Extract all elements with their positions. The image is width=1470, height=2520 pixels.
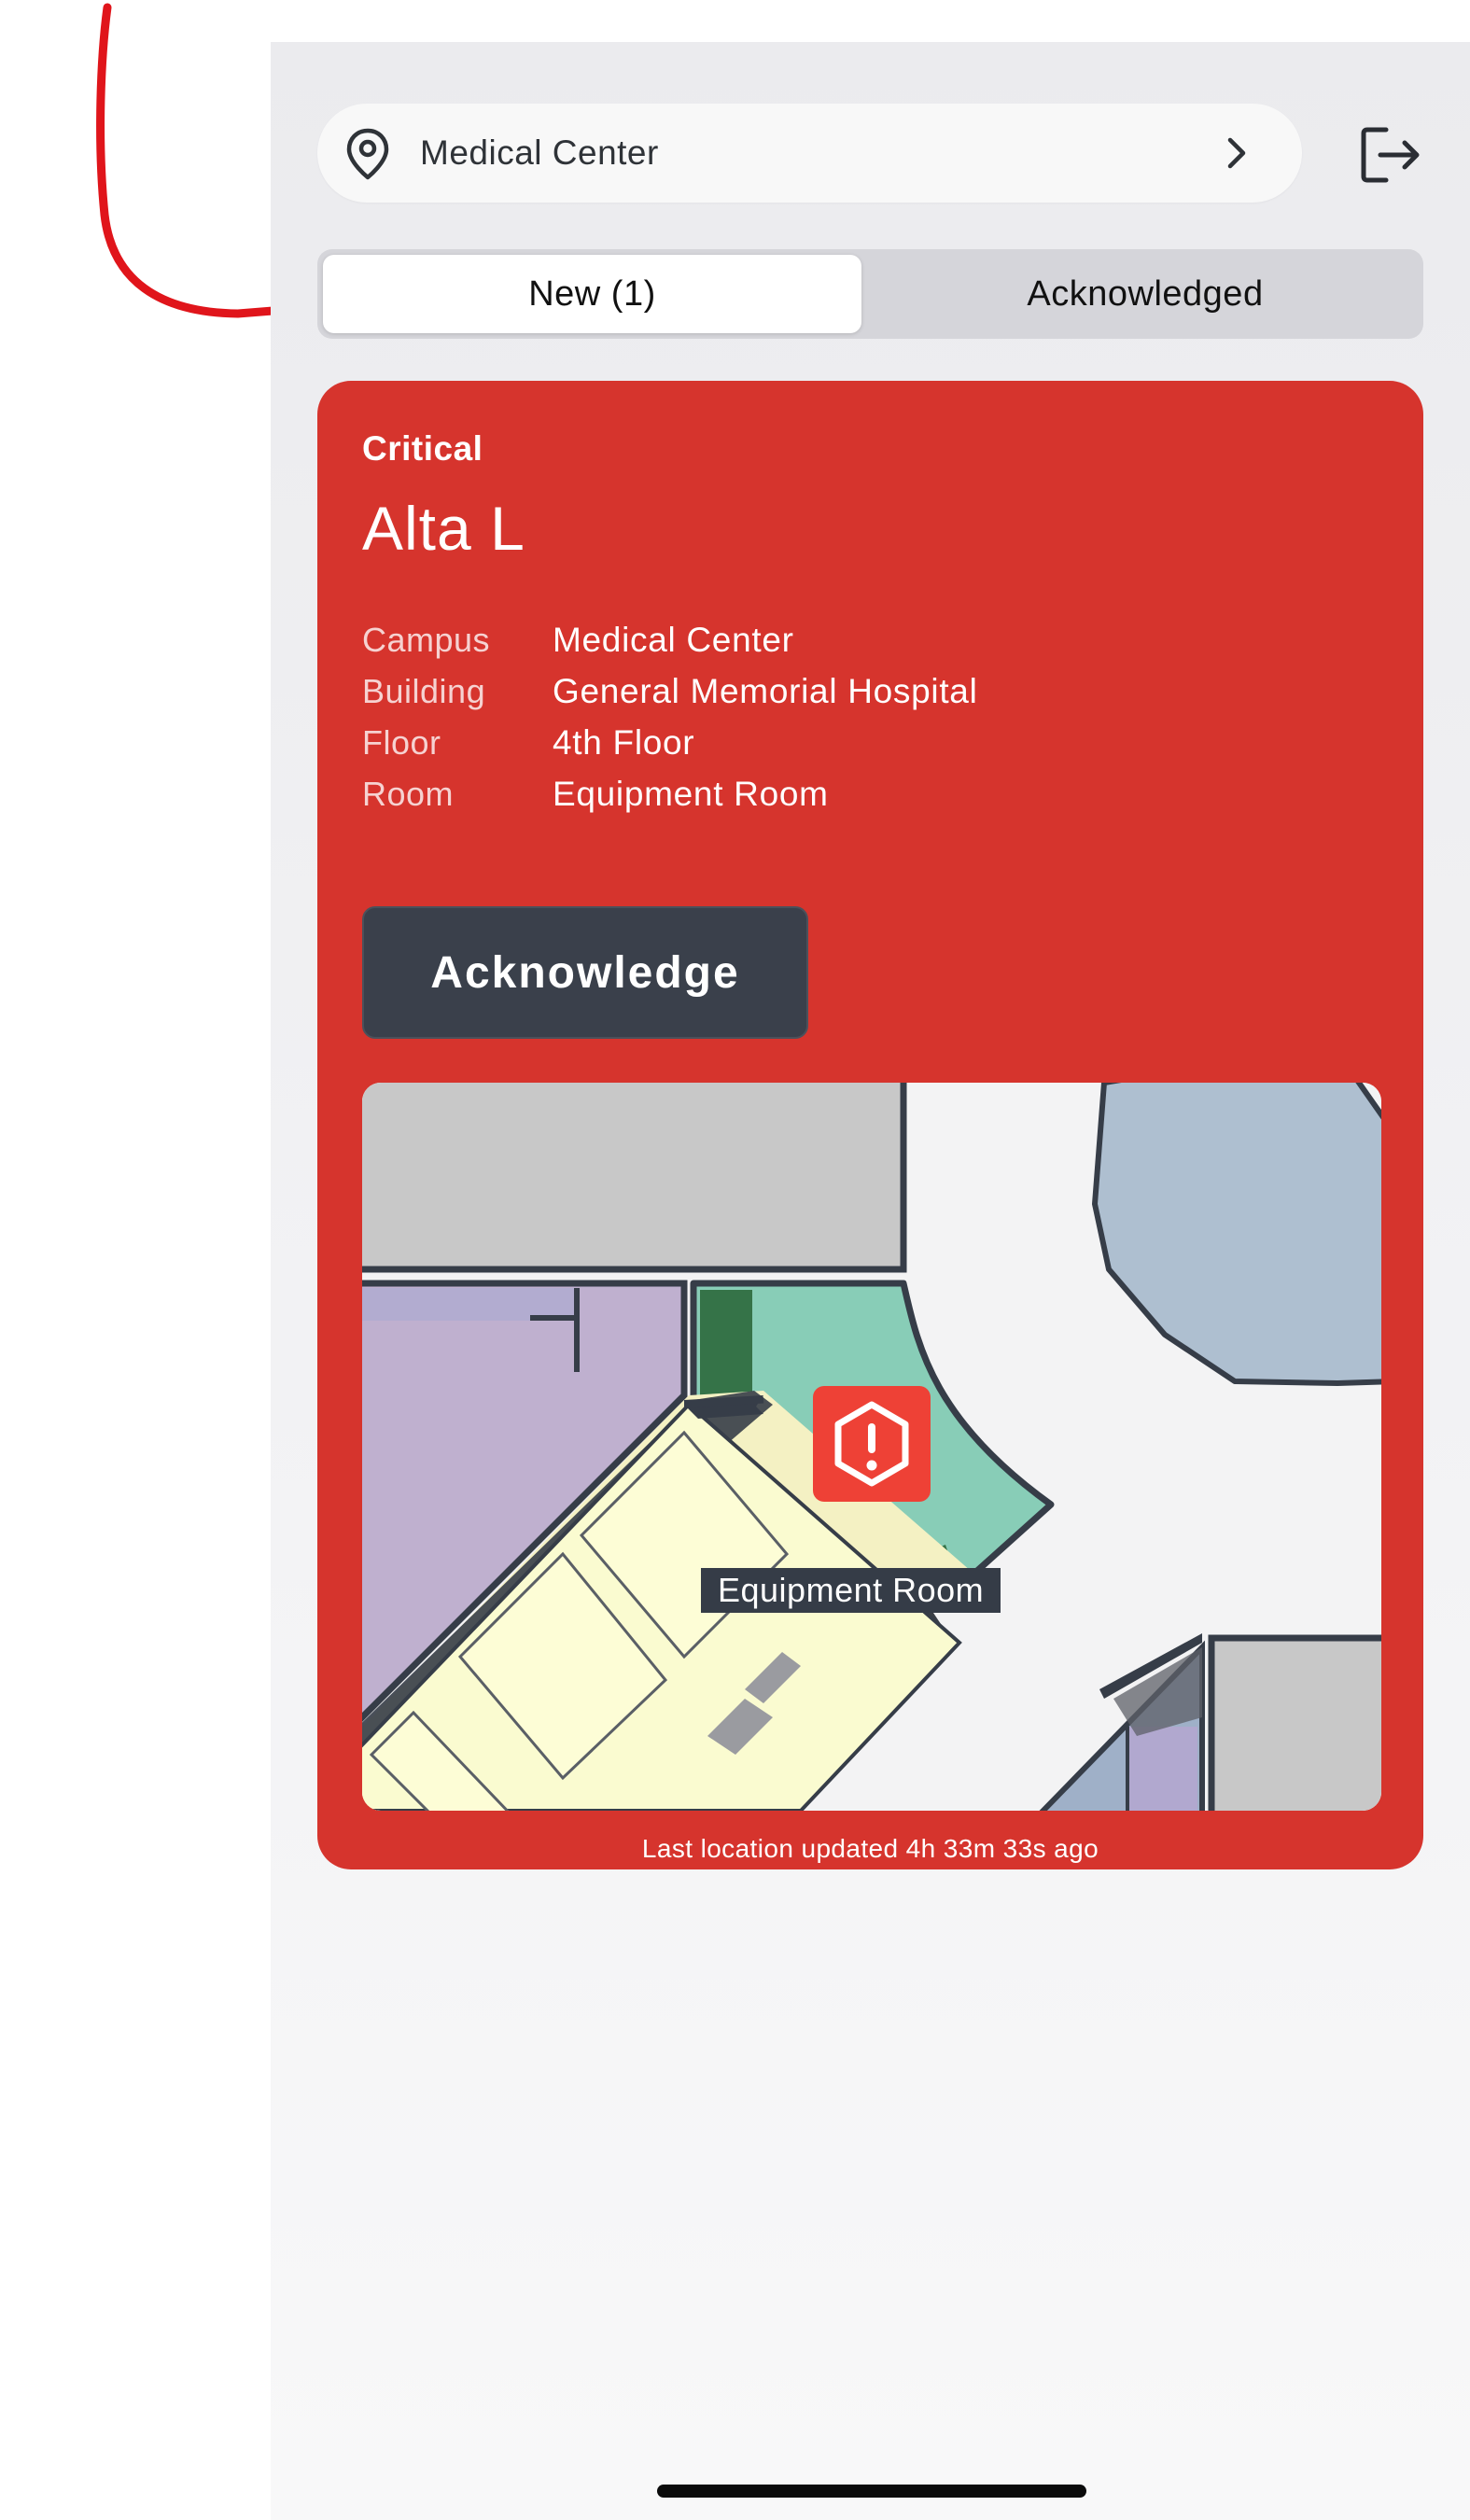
alert-tabs: New (1) Acknowledged xyxy=(317,249,1423,339)
map-pin-icon xyxy=(346,128,389,180)
detail-value: Equipment Room xyxy=(553,774,829,813)
detail-key: Building xyxy=(362,671,486,710)
alert-details: Campus Medical Center Building General M… xyxy=(362,614,978,819)
person-name: Alta L xyxy=(362,494,525,563)
detail-key: Campus xyxy=(362,620,491,659)
alert-card: Critical Alta L Campus Medical Center Bu… xyxy=(317,381,1423,1869)
severity-label: Critical xyxy=(362,429,483,468)
floor-plan-drawing xyxy=(362,1083,1381,1811)
screen: Medical Center New (1) Acknowledged Crit… xyxy=(0,0,1470,2520)
location-selector[interactable]: Medical Center xyxy=(317,104,1302,203)
detail-row-building: Building General Memorial Hospital xyxy=(362,665,978,717)
floor-plan-map[interactable]: Equipment Room xyxy=(362,1083,1381,1811)
detail-value: Medical Center xyxy=(553,620,794,659)
tab-acknowledged[interactable]: Acknowledged xyxy=(873,255,1418,333)
last-updated-text: Last location updated 4h 33m 33s ago xyxy=(641,1834,1099,1863)
app-screen: Medical Center New (1) Acknowledged Crit… xyxy=(271,42,1470,2520)
detail-row-floor: Floor 4th Floor xyxy=(362,717,978,768)
alert-hexagon-icon[interactable] xyxy=(813,1386,931,1502)
detail-value: 4th Floor xyxy=(553,722,695,762)
detail-key: Room xyxy=(362,774,455,813)
map-room-label: Equipment Room xyxy=(701,1568,1001,1613)
tab-new[interactable]: New (1) xyxy=(323,255,861,333)
home-indicator[interactable] xyxy=(657,2485,1086,2498)
logout-icon[interactable] xyxy=(1358,122,1423,188)
detail-value: General Memorial Hospital xyxy=(553,671,978,710)
detail-row-room: Room Equipment Room xyxy=(362,768,978,819)
chevron-right-icon xyxy=(1227,137,1246,169)
detail-row-campus: Campus Medical Center xyxy=(362,614,978,665)
acknowledge-button[interactable]: Acknowledge xyxy=(362,906,808,1039)
detail-key: Floor xyxy=(362,722,441,762)
location-label: Medical Center xyxy=(420,133,659,172)
